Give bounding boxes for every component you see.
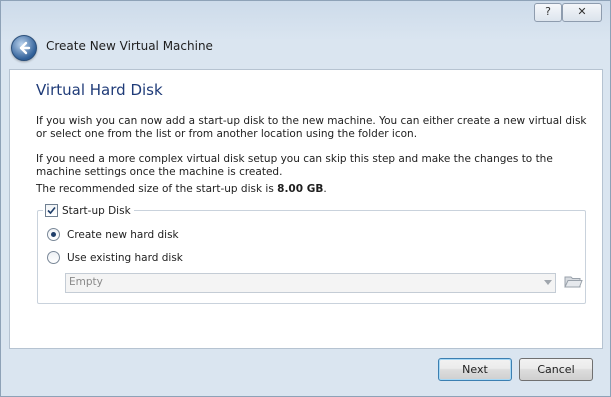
recommended-size-prefix: The recommended size of the start-up dis…	[36, 183, 278, 195]
wizard-dialog: Create New Virtual Machine ? ✕ Virtual H…	[0, 0, 611, 397]
advanced-paragraph: If you need a more complex virtual disk …	[36, 153, 553, 178]
help-button[interactable]: ?	[534, 3, 562, 22]
existing-disk-select[interactable]: Empty	[65, 273, 556, 293]
folder-icon	[564, 276, 583, 288]
startup-disk-checkbox[interactable]	[45, 204, 58, 217]
create-new-disk-label: Create new hard disk	[67, 228, 179, 241]
wizard-page: Virtual Hard Disk If you wish you can no…	[9, 69, 603, 349]
choose-disk-file-button[interactable]	[563, 271, 583, 291]
recommended-size-text: The recommended size of the start-up dis…	[36, 183, 596, 196]
recommended-size-suffix: .	[323, 183, 327, 195]
recommended-size-value: 8.00 GB	[277, 183, 324, 195]
startup-disk-toggle[interactable]: Start-up Disk	[43, 204, 134, 217]
use-existing-disk-label: Use existing hard disk	[67, 251, 183, 264]
close-button[interactable]: ✕	[562, 3, 602, 22]
chevron-down-icon	[544, 280, 552, 285]
existing-disk-value: Empty	[69, 276, 103, 288]
checkmark-icon	[47, 206, 56, 215]
close-icon: ✕	[577, 5, 587, 18]
help-icon: ?	[545, 5, 551, 18]
use-existing-disk-option[interactable]: Use existing hard disk	[47, 251, 183, 264]
back-arrow-icon	[19, 41, 31, 55]
back-button[interactable]	[11, 35, 37, 61]
create-new-disk-option[interactable]: Create new hard disk	[47, 228, 179, 241]
radio-selected-dot	[51, 232, 56, 237]
next-button[interactable]: Next	[438, 358, 512, 381]
page-title: Virtual Hard Disk	[36, 81, 163, 99]
use-existing-disk-radio[interactable]	[47, 251, 60, 264]
create-new-disk-radio[interactable]	[47, 228, 60, 241]
window-title: Create New Virtual Machine	[46, 39, 213, 53]
intro-paragraph: If you wish you can now add a start-up d…	[36, 115, 587, 140]
startup-disk-label: Start-up Disk	[62, 204, 131, 217]
title-bar: Create New Virtual Machine ? ✕	[1, 1, 610, 67]
cancel-button[interactable]: Cancel	[519, 358, 593, 381]
